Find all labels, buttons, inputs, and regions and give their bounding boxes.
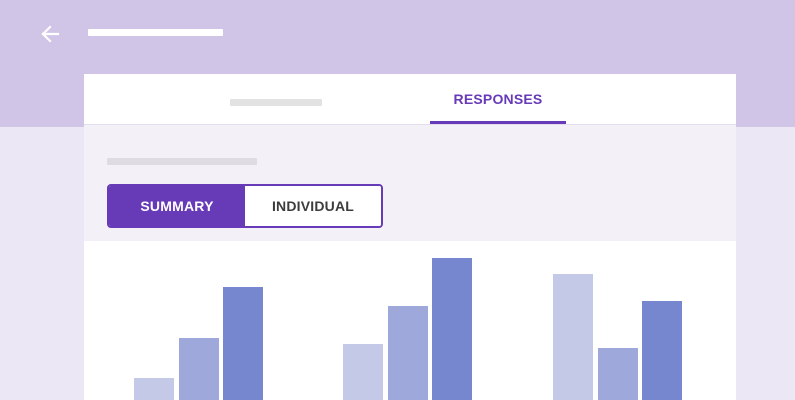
chart-bar [642,301,682,400]
tab-questions-placeholder[interactable] [230,99,322,106]
back-button[interactable] [36,20,64,48]
tab-bar: RESPONSES [84,74,736,124]
responses-card: RESPONSES SUMMARY INDIVIDUAL [84,74,736,400]
summary-button[interactable]: SUMMARY [109,186,245,226]
tab-responses[interactable]: RESPONSES [430,74,566,124]
chart-bar [432,258,472,400]
responses-heading-placeholder [107,158,257,165]
chart-bar [223,287,263,400]
chart-bar [553,274,593,400]
tabs-divider [84,124,736,125]
summary-chart [84,241,736,400]
chart-bar [387,306,428,400]
arrow-left-icon [41,25,60,43]
individual-button[interactable]: INDIVIDUAL [245,186,381,226]
view-toggle: SUMMARY INDIVIDUAL [107,184,383,228]
tab-responses-label: RESPONSES [453,91,543,107]
chart-bar [134,378,174,400]
chart-bar [178,338,219,400]
form-title-placeholder [88,29,223,36]
chart-bar [343,344,383,400]
chart-bar [597,348,638,400]
